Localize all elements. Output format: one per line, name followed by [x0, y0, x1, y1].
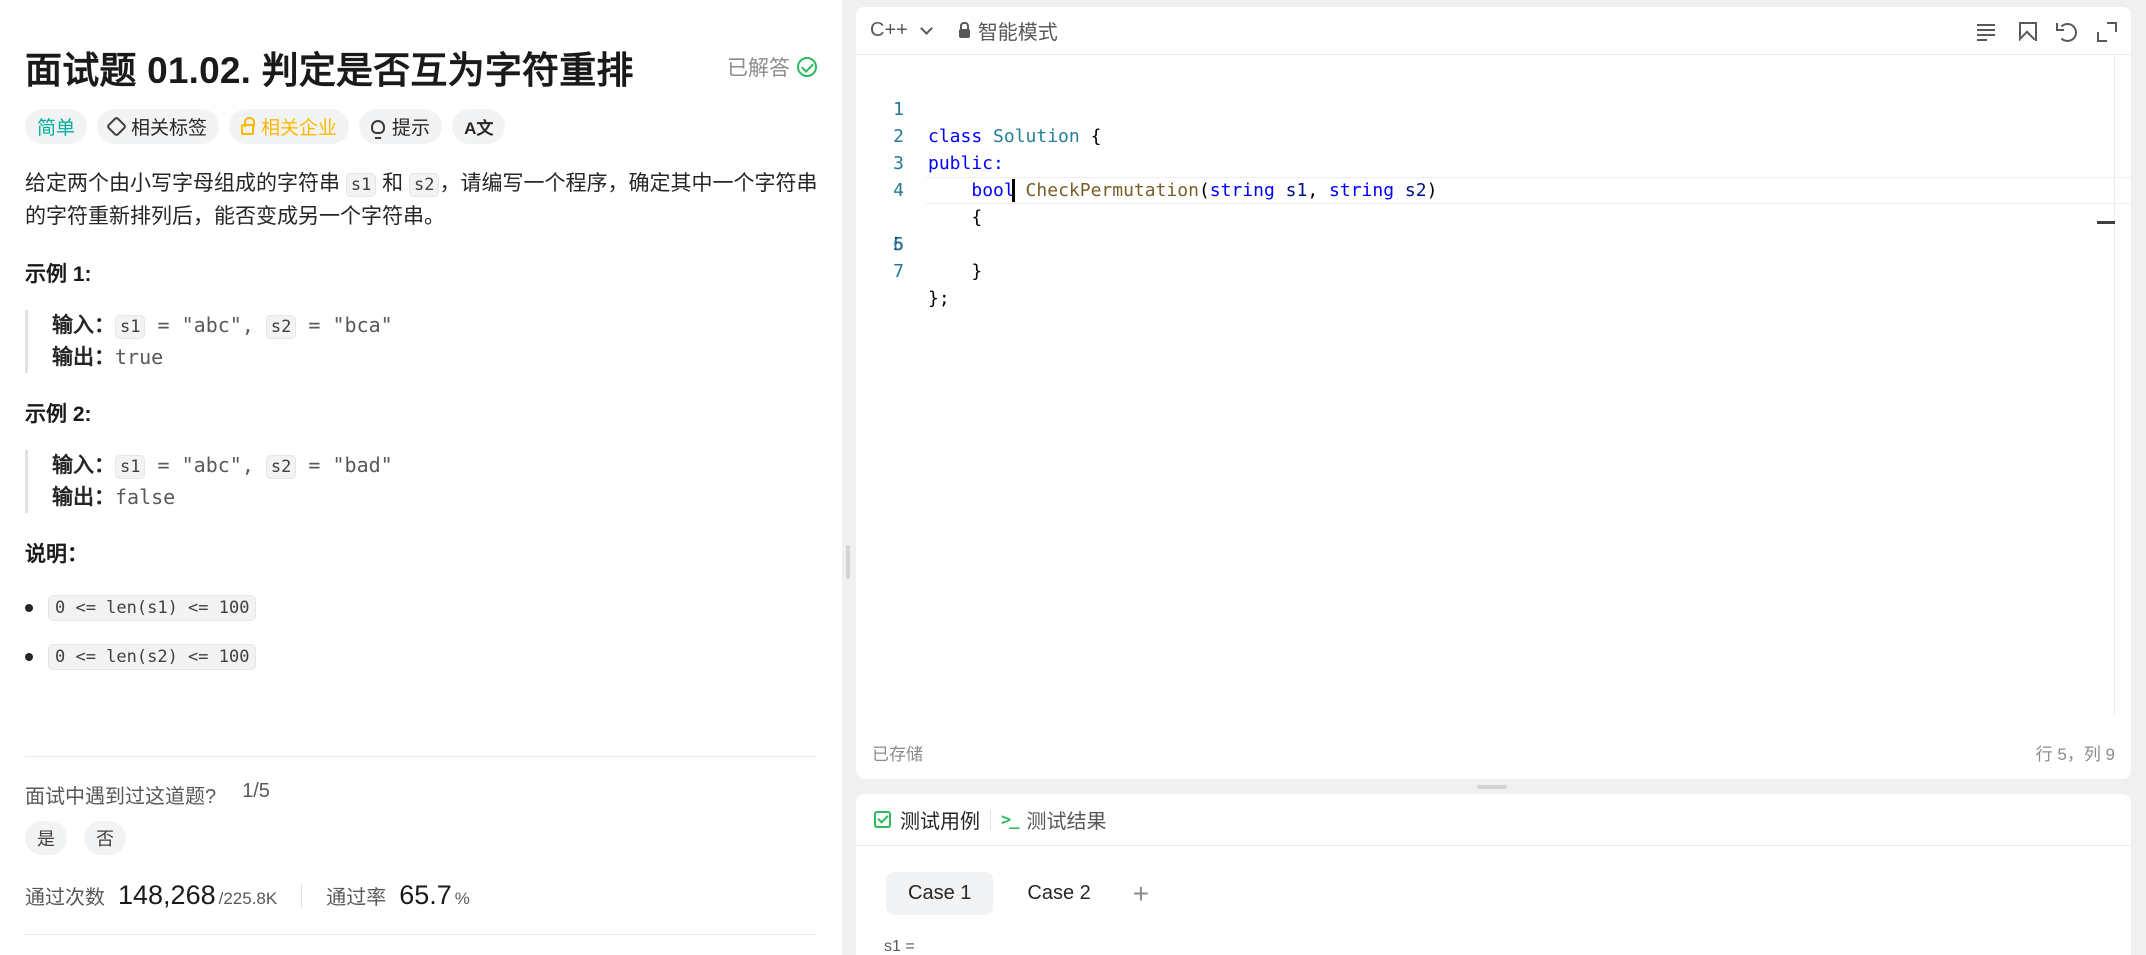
code-line: 6 } [893, 234, 983, 282]
tag-icon [105, 115, 128, 138]
vertical-resize-handle[interactable] [846, 545, 850, 579]
code-area[interactable]: 1 class Solution { 2 public: 3 bool Chec… [856, 69, 2131, 309]
case-tabs: Case 1 Case 2 + [886, 872, 1149, 915]
translate-icon: A文 [464, 119, 494, 138]
yes-button[interactable]: 是 [25, 821, 67, 855]
checkbox-icon [874, 811, 891, 828]
code-editor-panel: C++ 智能模式 1 class Solution { 2 public: 3 … [856, 7, 2131, 779]
title-row: 面试题 01.02. 判定是否互为字符重排 已解答 [25, 40, 817, 94]
submission-count: /225.8K [218, 889, 278, 908]
problem-title: 面试题 01.02. 判定是否互为字符重排 [25, 50, 634, 91]
example-1-block: 输入： s1 = "abc", s2 = "bca" 输出：true [25, 310, 805, 373]
check-circle-icon [797, 57, 817, 77]
divider [25, 934, 817, 935]
encountered-question: 面试中遇到过这道题? 1/5 [25, 780, 270, 808]
editor-tools [1975, 20, 2117, 42]
notes-title: 说明： [25, 543, 88, 566]
case-tab-1[interactable]: Case 1 [886, 872, 994, 915]
bookmark-icon[interactable] [2015, 20, 2037, 42]
description-panel: 面试题 01.02. 判定是否互为字符重排 已解答 简单 相关标签 相关企业 提… [0, 0, 842, 955]
language-select[interactable]: C++ [870, 19, 933, 42]
test-tabs: 测试用例 >_ 测试结果 [856, 794, 2131, 846]
editor-status-bar: 已存储 行 5，列 9 [872, 740, 2115, 765]
lightbulb-icon [371, 119, 386, 139]
example-1-title: 示例 1: [25, 263, 92, 286]
accepted-count: 148,268 [118, 880, 216, 910]
code-line: 2 public: [893, 126, 1004, 174]
tag-row: 简单 相关标签 相关企业 提示 A文 [25, 109, 506, 144]
encountered-count: 1/5 [242, 780, 270, 802]
translate-button[interactable]: A文 [452, 109, 506, 144]
add-case-icon[interactable]: + [1133, 878, 1149, 910]
tab-test-cases[interactable]: 测试用例 [874, 805, 980, 834]
topics-tag[interactable]: 相关标签 [97, 109, 220, 144]
code-line: 3 bool CheckPermutation(string s1, strin… [893, 153, 1438, 201]
case-tab-2[interactable]: Case 2 [1005, 872, 1112, 915]
acceptance-rate: 65.7 [399, 880, 452, 910]
test-panel: 测试用例 >_ 测试结果 Case 1 Case 2 + s1 = [856, 794, 2131, 955]
code-line: 7 }; [893, 261, 950, 309]
example-2-block: 输入： s1 = "abc", s2 = "bad" 输出：false [25, 450, 805, 513]
constraints-list: 0 <= len(s1) <= 100 0 <= len(s2) <= 100 [25, 593, 257, 691]
example-2-title: 示例 2: [25, 403, 92, 426]
lock-icon [241, 116, 256, 135]
lock-icon [958, 21, 970, 38]
solved-label: 已解答 [727, 57, 790, 80]
acceptance-stats: 通过次数 148,268 /225.8K 通过率 65.7 % [25, 880, 470, 910]
inline-code: s1 [345, 173, 377, 197]
editor-toolbar: C++ 智能模式 [856, 7, 2131, 55]
save-status: 已存储 [872, 745, 923, 764]
list-item: 0 <= len(s1) <= 100 [25, 593, 257, 623]
divider [25, 756, 817, 757]
format-icon[interactable] [1975, 20, 1997, 42]
encountered-buttons: 是 否 [25, 821, 126, 855]
reset-icon[interactable] [2055, 20, 2077, 42]
smart-mode-toggle[interactable]: 智能模式 [958, 16, 1058, 45]
cursor-position: 行 5，列 9 [2035, 745, 2115, 764]
chevron-down-icon [919, 21, 933, 35]
code-line-current: 5 [856, 177, 2131, 255]
fullscreen-icon[interactable] [2095, 20, 2117, 42]
text-cursor [1012, 179, 1015, 202]
problem-description: 给定两个由小写字母组成的字符串 s1 和 s2 ，请编写一个程序，确定其中一个字符… [25, 172, 818, 228]
hint-tag[interactable]: 提示 [359, 109, 443, 144]
solved-status: 已解答 [727, 52, 817, 82]
code-line: 4 { [893, 180, 983, 228]
current-line-highlight [926, 177, 2131, 204]
inline-code: s2 [409, 173, 440, 197]
input-label-s1: s1 = [884, 938, 915, 955]
app-root: 面试题 01.02. 判定是否互为字符重排 已解答 简单 相关标签 相关企业 提… [0, 0, 2146, 955]
tab-test-result[interactable]: >_ 测试结果 [1001, 805, 1106, 834]
terminal-icon: >_ [1001, 809, 1020, 830]
horizontal-resize-handle[interactable] [1477, 785, 1507, 789]
list-item: 0 <= len(s2) <= 100 [25, 642, 257, 672]
no-button[interactable]: 否 [84, 821, 126, 855]
companies-tag[interactable]: 相关企业 [229, 109, 350, 144]
code-line: 1 class Solution { [893, 99, 1102, 147]
difficulty-tag[interactable]: 简单 [25, 109, 88, 144]
